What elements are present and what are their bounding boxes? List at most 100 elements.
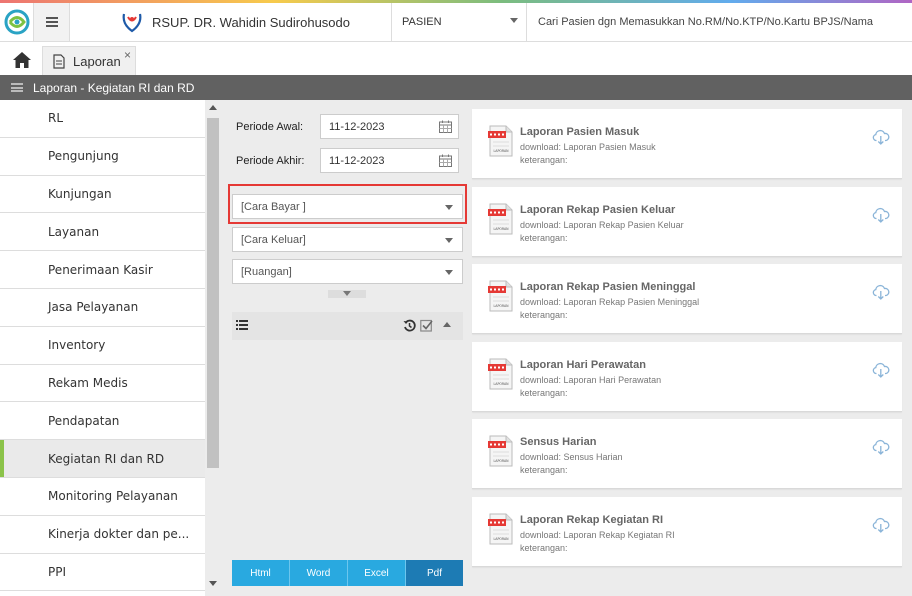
scroll-up-icon[interactable] bbox=[209, 105, 217, 110]
calendar-icon[interactable] bbox=[439, 120, 452, 133]
sidebar-item[interactable]: Layanan bbox=[0, 213, 205, 252]
top-header: RSUP. DR. Wahidin Sudirohusodo PASIEN Ca… bbox=[0, 0, 912, 42]
sidebar-item[interactable]: Penerimaan Kasir bbox=[0, 251, 205, 289]
hamburger-menu-button[interactable] bbox=[34, 3, 70, 41]
report-document-icon-label: LAPORAN bbox=[493, 459, 509, 463]
report-document-icon-label: LAPORAN bbox=[493, 227, 509, 231]
periode-awal-input[interactable]: 11-12-2023 bbox=[320, 114, 459, 139]
sidebar-item[interactable]: Kegiatan RI dan RD bbox=[0, 440, 205, 478]
report-title[interactable]: Laporan Rekap Kegiatan RI bbox=[520, 514, 663, 526]
sidebar-item[interactable]: Kinerja dokter dan pe... bbox=[0, 516, 205, 554]
report-download-link[interactable]: download: Laporan Rekap Pasien Keluar bbox=[520, 220, 684, 230]
sidebar-item[interactable]: Rekam Medis bbox=[0, 365, 205, 403]
report-keterangan: keterangan: bbox=[520, 388, 568, 398]
export-pdf-button[interactable]: Pdf bbox=[406, 560, 463, 586]
sidebar-item-label: Layanan bbox=[48, 224, 100, 239]
sidebar-item[interactable]: PPI bbox=[0, 554, 205, 592]
export-excel-button[interactable]: Excel bbox=[348, 560, 406, 586]
sidebar-item[interactable]: Inventory bbox=[0, 327, 205, 365]
section-title-bar: Laporan - Kegiatan RI dan RD bbox=[0, 75, 912, 100]
report-title[interactable]: Laporan Pasien Masuk bbox=[520, 126, 639, 138]
sidebar-item[interactable]: Monitoring Pelayanan bbox=[0, 478, 205, 516]
history-icon[interactable] bbox=[403, 319, 416, 332]
report-list: LAPORAN Laporan Pasien Masuk download: Lap… bbox=[470, 100, 912, 596]
cloud-download-icon[interactable] bbox=[872, 362, 890, 378]
periode-awal-row: Periode Awal: 11-12-2023 bbox=[236, 114, 459, 139]
list-icon[interactable] bbox=[236, 320, 248, 330]
export-button-group: Html Word Excel Pdf bbox=[232, 560, 463, 586]
expand-filter-toggle[interactable] bbox=[328, 290, 366, 298]
report-document-icon: LAPORAN bbox=[488, 125, 513, 157]
sidebar-item[interactable]: Pengunjung bbox=[0, 138, 205, 176]
report-title[interactable]: Laporan Rekap Pasien Keluar bbox=[520, 204, 675, 216]
tab-laporan[interactable]: Laporan × bbox=[42, 46, 136, 75]
report-title[interactable]: Laporan Hari Perawatan bbox=[520, 359, 646, 371]
home-icon[interactable] bbox=[12, 51, 32, 69]
periode-akhir-input[interactable]: 11-12-2023 bbox=[320, 148, 459, 173]
section-title: Laporan - Kegiatan RI dan RD bbox=[33, 80, 195, 95]
patient-type-select[interactable]: PASIEN bbox=[392, 3, 527, 41]
report-download-link[interactable]: download: Laporan Rekap Pasien Meninggal bbox=[520, 297, 699, 307]
close-icon[interactable]: × bbox=[124, 48, 131, 62]
patient-search-input[interactable]: Cari Pasien dgn Memasukkan No.RM/No.KTP/… bbox=[527, 3, 912, 41]
report-download-link[interactable]: download: Laporan Pasien Masuk bbox=[520, 142, 656, 152]
patient-search-placeholder: Cari Pasien dgn Memasukkan No.RM/No.KTP/… bbox=[538, 16, 874, 28]
app-logo-icon bbox=[4, 9, 29, 35]
periode-akhir-value: 11-12-2023 bbox=[329, 154, 385, 167]
sidebar-item[interactable]: RL bbox=[0, 100, 205, 138]
chevron-up-icon[interactable] bbox=[443, 322, 451, 327]
sidebar-scrollbar[interactable] bbox=[205, 100, 221, 590]
section-menu-icon[interactable] bbox=[11, 83, 23, 92]
filter-toolbar bbox=[232, 312, 463, 340]
report-document-icon: LAPORAN bbox=[488, 280, 513, 312]
report-card[interactable]: LAPORAN Laporan Rekap Kegiatan RI download… bbox=[472, 497, 902, 567]
chevron-down-icon bbox=[510, 18, 518, 23]
calendar-icon[interactable] bbox=[439, 154, 452, 167]
cloud-download-icon[interactable] bbox=[872, 207, 890, 223]
scroll-down-icon[interactable] bbox=[209, 581, 217, 586]
report-document-icon: LAPORAN bbox=[488, 358, 513, 390]
scrollbar-thumb[interactable] bbox=[207, 118, 219, 468]
cloud-download-icon[interactable] bbox=[872, 439, 890, 455]
report-keterangan: keterangan: bbox=[520, 543, 568, 553]
periode-awal-value: 11-12-2023 bbox=[329, 120, 385, 133]
export-html-button[interactable]: Html bbox=[232, 560, 290, 586]
export-word-button[interactable]: Word bbox=[290, 560, 348, 586]
ruangan-value: [Ruangan] bbox=[241, 265, 292, 278]
report-title[interactable]: Laporan Rekap Pasien Meninggal bbox=[520, 281, 695, 293]
periode-akhir-label: Periode Akhir: bbox=[236, 154, 305, 167]
report-download-link[interactable]: download: Sensus Harian bbox=[520, 452, 623, 462]
tab-bar: Laporan × bbox=[0, 42, 912, 75]
report-keterangan: keterangan: bbox=[520, 233, 568, 243]
report-card[interactable]: LAPORAN Sensus Harian download: Sensus Har… bbox=[472, 419, 902, 489]
periode-awal-label: Periode Awal: bbox=[236, 120, 304, 133]
sidebar-item-label: Kegiatan RI dan RD bbox=[48, 451, 165, 466]
sidebar-item[interactable]: Jasa Pelayanan bbox=[0, 289, 205, 327]
sidebar-item-label: Jasa Pelayanan bbox=[48, 300, 139, 315]
report-card[interactable]: LAPORAN Laporan Pasien Masuk download: Lap… bbox=[472, 109, 902, 179]
report-download-link[interactable]: download: Laporan Hari Perawatan bbox=[520, 375, 661, 385]
report-document-icon-label: LAPORAN bbox=[493, 304, 509, 308]
cloud-download-icon[interactable] bbox=[872, 129, 890, 145]
sidebar-item-label: Kunjungan bbox=[48, 186, 112, 201]
report-card[interactable]: LAPORAN Laporan Rekap Pasien Meninggal dow… bbox=[472, 264, 902, 334]
report-card[interactable]: LAPORAN Laporan Hari Perawatan download: L… bbox=[472, 342, 902, 412]
sidebar-item-label: Kinerja dokter dan pe... bbox=[48, 527, 190, 542]
cara-keluar-select[interactable]: [Cara Keluar] bbox=[232, 227, 463, 252]
sidebar-item[interactable]: Pendapatan bbox=[0, 402, 205, 441]
ruangan-select[interactable]: [Ruangan] bbox=[232, 259, 463, 284]
check-square-icon[interactable] bbox=[420, 319, 433, 332]
hospital-name: RSUP. DR. Wahidin Sudirohusodo bbox=[152, 14, 350, 30]
report-card[interactable]: LAPORAN Laporan Rekap Pasien Keluar downlo… bbox=[472, 187, 902, 257]
report-title[interactable]: Sensus Harian bbox=[520, 436, 596, 448]
report-download-link[interactable]: download: Laporan Rekap Kegiatan RI bbox=[520, 530, 675, 540]
cloud-download-icon[interactable] bbox=[872, 517, 890, 533]
chevron-down-icon bbox=[445, 238, 453, 243]
sidebar-item[interactable]: Kunjungan bbox=[0, 176, 205, 214]
cara-bayar-highlight bbox=[228, 184, 467, 224]
app-logo[interactable] bbox=[0, 3, 34, 41]
hospital-emblem-icon bbox=[122, 13, 142, 33]
document-icon bbox=[53, 53, 65, 69]
cloud-download-icon[interactable] bbox=[872, 284, 890, 300]
sidebar-item-label: PPI bbox=[48, 564, 67, 579]
